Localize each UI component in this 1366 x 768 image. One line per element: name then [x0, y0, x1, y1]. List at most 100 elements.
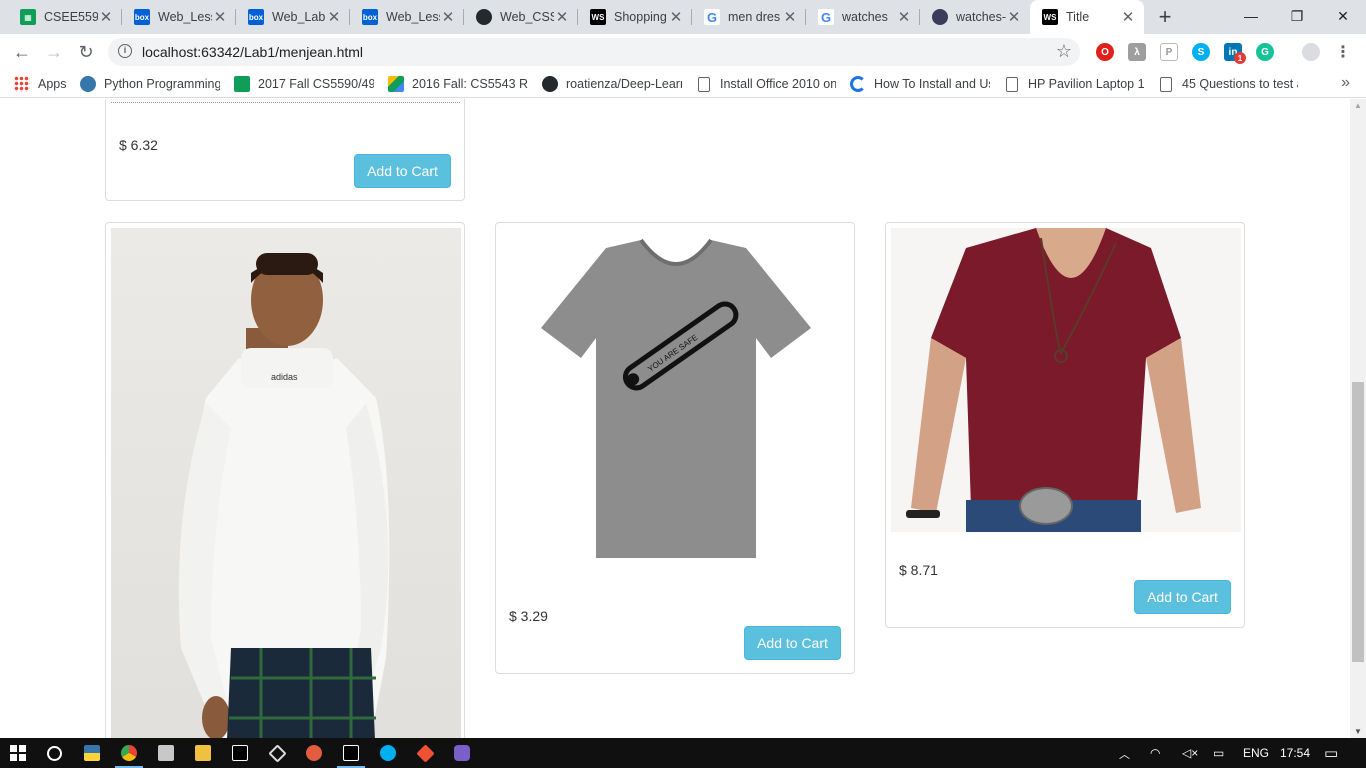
taskbar-app[interactable]	[222, 738, 258, 768]
calculator-icon	[158, 745, 174, 761]
browser-tab[interactable]: box Web_Less ✕	[122, 0, 236, 34]
start-button[interactable]	[0, 738, 36, 768]
box-icon: box	[362, 9, 378, 25]
google-icon: G	[704, 9, 720, 25]
close-icon[interactable]: ✕	[1120, 8, 1136, 26]
product-image-edge	[111, 102, 460, 103]
bookmark-item[interactable]: Python Programming	[80, 75, 220, 93]
close-icon[interactable]: ✕	[554, 8, 570, 26]
browser-tab[interactable]: G watches ✕	[806, 0, 920, 34]
taskbar-app[interactable]	[370, 738, 406, 768]
browser-tab[interactable]: G men dres ✕	[692, 0, 806, 34]
close-icon[interactable]: ✕	[326, 8, 342, 26]
close-icon[interactable]: ✕	[212, 8, 228, 26]
new-tab-button[interactable]: +	[1152, 4, 1178, 30]
app-icon	[267, 743, 287, 763]
app-icon	[454, 745, 470, 761]
bookmark-item[interactable]: 2016 Fall: CS5543 Rea	[388, 75, 528, 93]
browser-tab[interactable]: WS Shopping ✕	[578, 0, 692, 34]
taskbar-app[interactable]	[74, 738, 110, 768]
taskbar-app[interactable]	[407, 738, 443, 768]
bookmark-item[interactable]: How To Install and Us	[850, 75, 990, 93]
reload-button[interactable]: ↻	[74, 40, 98, 64]
taskbar-app[interactable]	[148, 738, 184, 768]
bookmark-item[interactable]: 2017 Fall CS5590/490	[234, 75, 374, 93]
product-price: $ 6.32	[119, 137, 158, 153]
opera-extension-icon[interactable]: O	[1096, 43, 1114, 61]
intellij-icon	[232, 745, 248, 761]
notifications-icon[interactable]: ▭	[1324, 744, 1338, 762]
add-to-cart-button[interactable]: Add to Cart	[744, 626, 841, 660]
close-icon[interactable]: ✕	[668, 8, 684, 26]
sheets-icon: ▦	[20, 9, 36, 25]
extension-icon[interactable]: λ	[1128, 43, 1146, 61]
bookmark-item[interactable]: roatienza/Deep-Learn	[542, 75, 682, 93]
product-image-white-turtleneck[interactable]: adidas	[111, 228, 461, 738]
scroll-down-icon[interactable]: ▼	[1354, 727, 1362, 736]
browser-tab[interactable]: Web_CSS ✕	[464, 0, 578, 34]
clock[interactable]: 17:54	[1280, 746, 1310, 760]
profile-avatar-icon[interactable]	[1302, 43, 1320, 61]
add-to-cart-button[interactable]: Add to Cart	[1134, 580, 1231, 614]
grammarly-icon[interactable]: G	[1256, 43, 1274, 61]
skype-icon[interactable]: S	[1192, 43, 1210, 61]
browser-tab-active[interactable]: WS Title ✕	[1030, 0, 1144, 34]
close-icon[interactable]: ✕	[440, 8, 456, 26]
restore-button[interactable]: ❐	[1274, 0, 1320, 32]
browser-tab[interactable]: ▦ CSEE5590 ✕	[8, 0, 122, 34]
volume-icon[interactable]: ◁×	[1182, 746, 1198, 760]
scroll-up-icon[interactable]: ▲	[1354, 101, 1362, 110]
taskbar-app[interactable]	[259, 738, 295, 768]
notification-badge: 1	[1234, 52, 1246, 64]
site-icon	[850, 76, 866, 92]
info-icon[interactable]: i	[118, 44, 132, 58]
sheets-icon	[234, 76, 250, 92]
tray-chevron-icon[interactable]: ︿	[1119, 746, 1130, 762]
wifi-icon[interactable]: ◠	[1150, 746, 1160, 760]
taskbar-app[interactable]	[296, 738, 332, 768]
product-image-grey-vneck[interactable]: YOU ARE SAFE	[501, 228, 851, 578]
product-card: YOU ARE SAFE $ 3.29 Add to Cart	[495, 222, 855, 674]
box-icon: box	[248, 9, 264, 25]
bookmark-item[interactable]: Install Office 2010 on	[696, 75, 836, 93]
taskbar-app-webstorm[interactable]	[333, 738, 369, 768]
taskbar-app-chrome[interactable]	[111, 738, 147, 768]
bookmarks-overflow-icon[interactable]: »	[1341, 74, 1350, 92]
page-viewport: $ 6.32 Add to Cart adidas YOU ARE SAFE $…	[0, 99, 1350, 738]
taskbar-app[interactable]	[185, 738, 221, 768]
close-window-button[interactable]: ✕	[1320, 0, 1366, 32]
close-icon[interactable]: ✕	[782, 8, 798, 26]
page-scrollbar[interactable]: ▲ ▼	[1350, 99, 1366, 738]
browser-tab[interactable]: box Web_Lab ✕	[236, 0, 350, 34]
tshirt-illustration: YOU ARE SAFE	[541, 238, 811, 558]
bookmark-item[interactable]: 45 Questions to test a	[1158, 75, 1298, 93]
bookmark-apps[interactable]: Apps	[14, 75, 74, 93]
browser-tab[interactable]: box Web_Less ✕	[350, 0, 464, 34]
tab-strip: ▦ CSEE5590 ✕ box Web_Less ✕ box Web_Lab …	[0, 0, 1366, 34]
close-icon[interactable]: ✕	[1006, 8, 1022, 26]
bookmark-item[interactable]: HP Pavilion Laptop 15	[1004, 75, 1144, 93]
apps-grid-icon	[14, 76, 30, 92]
model-illustration: adidas	[178, 253, 390, 738]
close-icon[interactable]: ✕	[896, 8, 912, 26]
minimize-button[interactable]: —	[1228, 0, 1274, 32]
product-image-burgundy-vneck[interactable]	[891, 228, 1241, 532]
cortana-button[interactable]	[36, 738, 72, 768]
bookmark-star-icon[interactable]: ☆	[1056, 41, 1072, 62]
chrome-icon	[121, 745, 137, 761]
address-url[interactable]: localhost:63342/Lab1/menjean.html	[142, 44, 363, 60]
forward-button[interactable]: →	[42, 40, 66, 64]
menu-icon[interactable]: ⋮	[1334, 43, 1352, 61]
extension-icon[interactable]: P	[1160, 43, 1178, 61]
scrollbar-thumb[interactable]	[1352, 382, 1364, 662]
browser-tab[interactable]: watches- ✕	[920, 0, 1030, 34]
address-bar[interactable]: i localhost:63342/Lab1/menjean.html ☆	[108, 38, 1080, 66]
close-icon[interactable]: ✕	[98, 8, 114, 26]
back-button[interactable]: ←	[10, 40, 34, 64]
taskbar-app[interactable]	[444, 738, 480, 768]
add-to-cart-button[interactable]: Add to Cart	[354, 154, 451, 188]
product-card: $ 8.71 Add to Cart	[885, 222, 1245, 628]
battery-icon[interactable]: ▭	[1213, 746, 1224, 760]
language-indicator[interactable]: ENG	[1243, 746, 1269, 760]
webstorm-icon: WS	[590, 9, 606, 25]
